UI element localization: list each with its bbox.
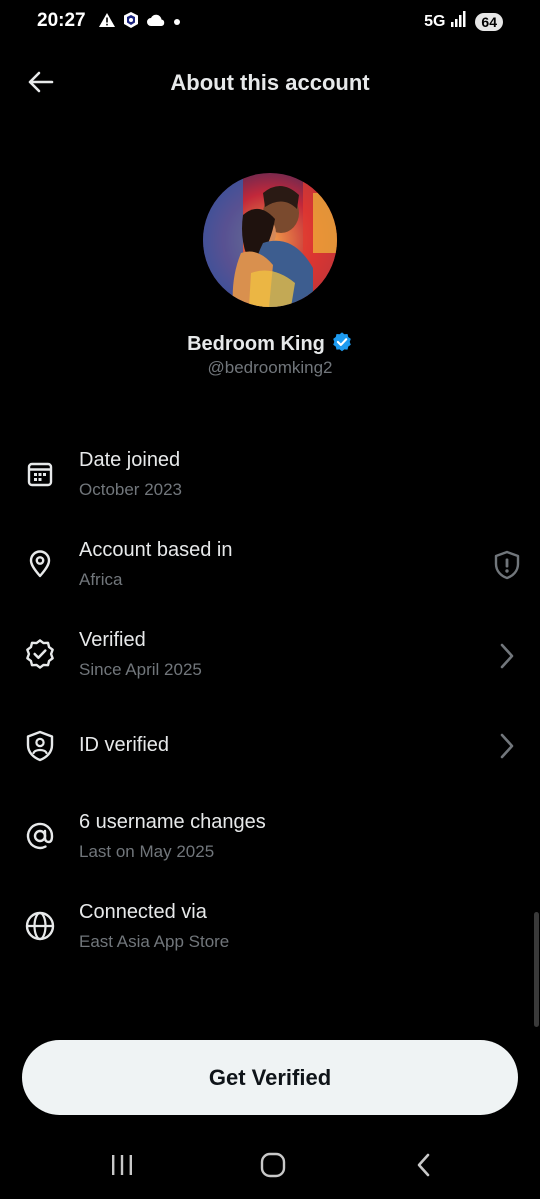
profile-photo — [203, 173, 337, 307]
network-label: 5G — [424, 12, 446, 30]
id-shield-icon — [22, 728, 58, 764]
row-title: Account based in — [79, 539, 233, 561]
system-nav-bar — [0, 1140, 540, 1199]
dot-icon — [172, 14, 182, 32]
page-title: About this account — [170, 70, 370, 95]
status-bar: 20:27 5G 64 — [0, 0, 540, 44]
app-shield-icon — [122, 11, 140, 34]
row-title: 6 username changes — [79, 811, 266, 833]
notification-icons — [98, 11, 182, 34]
cloud-icon — [146, 13, 166, 32]
status-time: 20:27 — [37, 10, 86, 31]
row-subtitle: October 2023 — [79, 480, 183, 499]
chevron-right-icon — [492, 641, 522, 671]
row-title: Date joined — [79, 449, 181, 471]
row-title: Connected via — [79, 901, 207, 923]
scrollbar-thumb[interactable] — [534, 912, 539, 1027]
row-username-changes: 6 username changes Last on May 2025 — [0, 802, 540, 882]
row-date-joined: Date joined October 2023 — [0, 440, 540, 520]
chevron-right-icon — [492, 731, 522, 761]
display-name-row: Bedroom King — [0, 331, 540, 358]
header: About this account — [0, 56, 540, 112]
row-title: ID verified — [79, 734, 170, 756]
home-icon[interactable] — [253, 1150, 293, 1180]
battery-indicator: 64 — [475, 12, 503, 31]
shield-alert-icon[interactable] — [492, 550, 522, 580]
verified-check-icon — [331, 331, 353, 358]
row-subtitle: East Asia App Store — [79, 932, 230, 951]
globe-icon — [22, 908, 58, 944]
profile-avatar[interactable] — [203, 173, 337, 307]
row-subtitle: Africa — [79, 570, 123, 589]
display-name: Bedroom King — [187, 333, 325, 355]
get-verified-button[interactable]: Get Verified — [22, 1040, 518, 1115]
row-connected-via: Connected via East Asia App Store — [0, 892, 540, 972]
status-right: 5G 64 — [424, 10, 503, 33]
recent-apps-icon[interactable] — [102, 1150, 142, 1180]
username-handle: @bedroomking2 — [207, 358, 333, 377]
row-account-based-in: Account based in Africa — [0, 530, 540, 610]
back-nav-icon[interactable] — [404, 1150, 444, 1180]
location-pin-icon — [22, 546, 58, 582]
warning-icon — [98, 12, 116, 33]
at-sign-icon — [22, 818, 58, 854]
row-subtitle: Last on May 2025 — [79, 842, 215, 861]
row-verified[interactable]: Verified Since April 2025 — [0, 620, 540, 700]
signal-icon — [449, 10, 467, 33]
row-title: Verified — [79, 629, 146, 651]
verified-badge-icon — [22, 636, 58, 672]
row-id-verified[interactable]: ID verified — [0, 710, 540, 790]
calendar-icon — [22, 456, 58, 492]
row-subtitle: Since April 2025 — [79, 660, 202, 679]
